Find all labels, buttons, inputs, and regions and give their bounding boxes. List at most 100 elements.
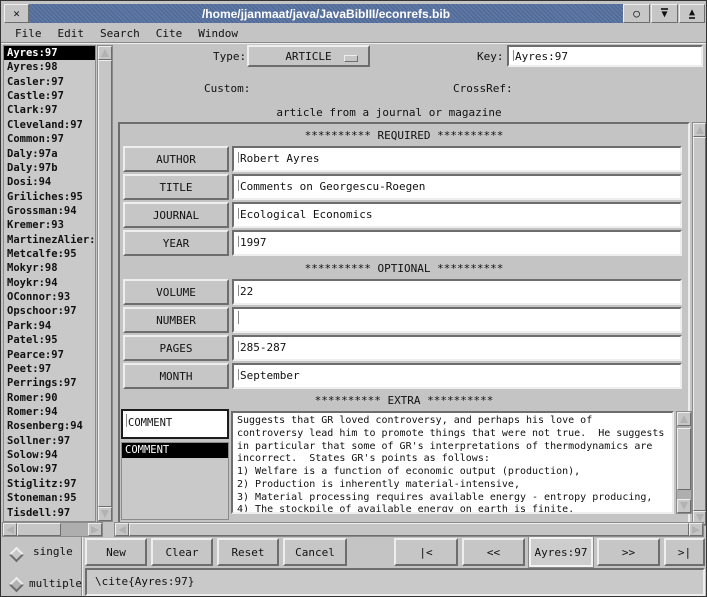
list-item[interactable]: Solow:97: [4, 462, 95, 476]
shade-button[interactable]: ▼: [651, 4, 678, 23]
scroll-down-icon[interactable]: [98, 507, 112, 521]
clear-button[interactable]: Clear: [151, 538, 213, 566]
scroll-down-icon[interactable]: [677, 499, 691, 513]
menu-search[interactable]: Search: [100, 27, 140, 40]
sidebar-hscroll-trough[interactable]: [17, 523, 88, 536]
journal-field-button[interactable]: JOURNAL: [123, 202, 229, 228]
list-item[interactable]: Ayres:97: [4, 46, 95, 60]
list-item[interactable]: Pearce:97: [4, 348, 95, 362]
sidebar-horizontal-scrollbar[interactable]: [2, 522, 103, 537]
nav-current-key-field[interactable]: Ayres:97: [529, 537, 593, 567]
form-vertical-scrollbar[interactable]: [692, 122, 707, 526]
title-field-button[interactable]: TITLE: [123, 174, 229, 200]
list-item[interactable]: Stiglitz:97: [4, 477, 95, 491]
comment-vertical-scrollbar[interactable]: [676, 411, 692, 514]
type-dropdown[interactable]: ARTICLE: [247, 45, 370, 67]
sidebar-scroll-trough[interactable]: [98, 60, 112, 507]
key-field[interactable]: Ayres:97: [507, 45, 703, 67]
list-item[interactable]: Clark:97: [4, 103, 95, 117]
scroll-up-icon[interactable]: [677, 412, 691, 426]
author-input[interactable]: Robert Ayres: [232, 146, 682, 172]
close-button[interactable]: ✕: [4, 4, 29, 23]
menu-window[interactable]: Window: [198, 27, 238, 40]
menu-edit[interactable]: Edit: [58, 27, 85, 40]
menu-cite[interactable]: Cite: [156, 27, 183, 40]
scroll-right-icon[interactable]: [88, 523, 102, 536]
form-horizontal-scrollbar[interactable]: [114, 522, 704, 537]
mode-single-radio[interactable]: [11, 545, 22, 564]
scroll-left-icon[interactable]: [115, 523, 129, 536]
list-item[interactable]: Park:94: [4, 319, 95, 333]
pages-input[interactable]: 285-287: [232, 335, 682, 361]
list-item[interactable]: Casler:97: [4, 75, 95, 89]
list-item[interactable]: Solow:94: [4, 448, 95, 462]
extra-field-name-input[interactable]: COMMENT: [121, 409, 229, 439]
number-input[interactable]: [232, 307, 682, 333]
year-field-button[interactable]: YEAR: [123, 230, 229, 256]
number-field-button[interactable]: NUMBER: [123, 307, 229, 333]
cancel-button[interactable]: Cancel: [283, 538, 347, 566]
list-item[interactable]: Metcalfe:95: [4, 247, 95, 261]
new-button[interactable]: New: [85, 538, 147, 566]
sidebar-vertical-scrollbar[interactable]: [97, 45, 113, 522]
list-item[interactable]: MartinezAlier:97: [4, 233, 95, 247]
form-hscroll-trough[interactable]: [129, 523, 689, 536]
nav-prev-button[interactable]: <<: [462, 538, 525, 566]
titlebar[interactable]: /home/jjanmaat/java/JavaBibIII/econrefs.…: [29, 4, 623, 23]
month-field-button[interactable]: MONTH: [123, 363, 229, 389]
list-item[interactable]: Moykr:94: [4, 276, 95, 290]
list-item[interactable]: Grossman:94: [4, 204, 95, 218]
list-item[interactable]: Stoneman:95: [4, 491, 95, 505]
form-scroll-thumb[interactable]: [693, 137, 706, 511]
list-item[interactable]: Castle:97: [4, 89, 95, 103]
comment-scroll-trough[interactable]: [677, 426, 691, 499]
list-item[interactable]: Dosi:94: [4, 175, 95, 189]
list-item[interactable]: Ayres:98: [4, 60, 95, 74]
menu-file[interactable]: File: [15, 27, 42, 40]
sidebar-scroll-thumb[interactable]: [98, 60, 112, 507]
scroll-up-icon[interactable]: [98, 46, 112, 60]
list-item[interactable]: Cleveland:97: [4, 118, 95, 132]
nav-first-button[interactable]: |<: [394, 538, 458, 566]
list-item[interactable]: Sollner:97: [4, 434, 95, 448]
list-item[interactable]: Griliches:95: [4, 190, 95, 204]
list-item[interactable]: Daly:97a: [4, 147, 95, 161]
reset-button[interactable]: Reset: [217, 538, 279, 566]
volume-input[interactable]: 22: [232, 279, 682, 305]
journal-input[interactable]: Ecological Economics: [232, 202, 682, 228]
list-item[interactable]: Mokyr:98: [4, 261, 95, 275]
list-item[interactable]: Opschoor:97: [4, 304, 95, 318]
volume-field-button[interactable]: VOLUME: [123, 279, 229, 305]
scroll-up-icon[interactable]: [693, 123, 706, 137]
list-item[interactable]: COMMENT: [122, 443, 228, 458]
list-item[interactable]: Patel:95: [4, 333, 95, 347]
list-item[interactable]: Perrings:97: [4, 376, 95, 390]
pages-field-button[interactable]: PAGES: [123, 335, 229, 361]
list-item[interactable]: Daly:97b: [4, 161, 95, 175]
form-scroll-trough[interactable]: [693, 137, 706, 511]
list-item[interactable]: Romer:90: [4, 391, 95, 405]
nav-next-button[interactable]: >>: [597, 538, 660, 566]
list-item[interactable]: Common:97: [4, 132, 95, 146]
mode-multiple-radio[interactable]: [11, 575, 22, 594]
maximize-button[interactable]: ▲: [679, 4, 705, 23]
list-item[interactable]: Romer:94: [4, 405, 95, 419]
author-field-button[interactable]: AUTHOR: [123, 146, 229, 172]
year-input[interactable]: 1997: [232, 230, 682, 256]
list-item[interactable]: Kremer:93: [4, 218, 95, 232]
list-item[interactable]: Peet:97: [4, 362, 95, 376]
month-input[interactable]: September: [232, 363, 682, 389]
scroll-left-icon[interactable]: [3, 523, 17, 536]
nav-last-button[interactable]: >|: [664, 538, 705, 566]
scroll-right-icon[interactable]: [689, 523, 703, 536]
form-hscroll-thumb[interactable]: [129, 523, 689, 536]
comment-textarea[interactable]: Suggests that GR loved controversy, and …: [231, 411, 674, 514]
cite-command-field[interactable]: \cite{Ayres:97}: [85, 568, 705, 596]
title-input[interactable]: Comments on Georgescu-Roegen: [232, 174, 682, 200]
comment-scroll-thumb[interactable]: [677, 428, 691, 490]
list-item[interactable]: Tisdell:97: [4, 506, 95, 520]
list-item[interactable]: OConnor:93: [4, 290, 95, 304]
sidebar-hscroll-thumb[interactable]: [17, 523, 61, 536]
window-menu-button[interactable]: ○: [623, 4, 650, 23]
list-item[interactable]: Rosenberg:94: [4, 419, 95, 433]
